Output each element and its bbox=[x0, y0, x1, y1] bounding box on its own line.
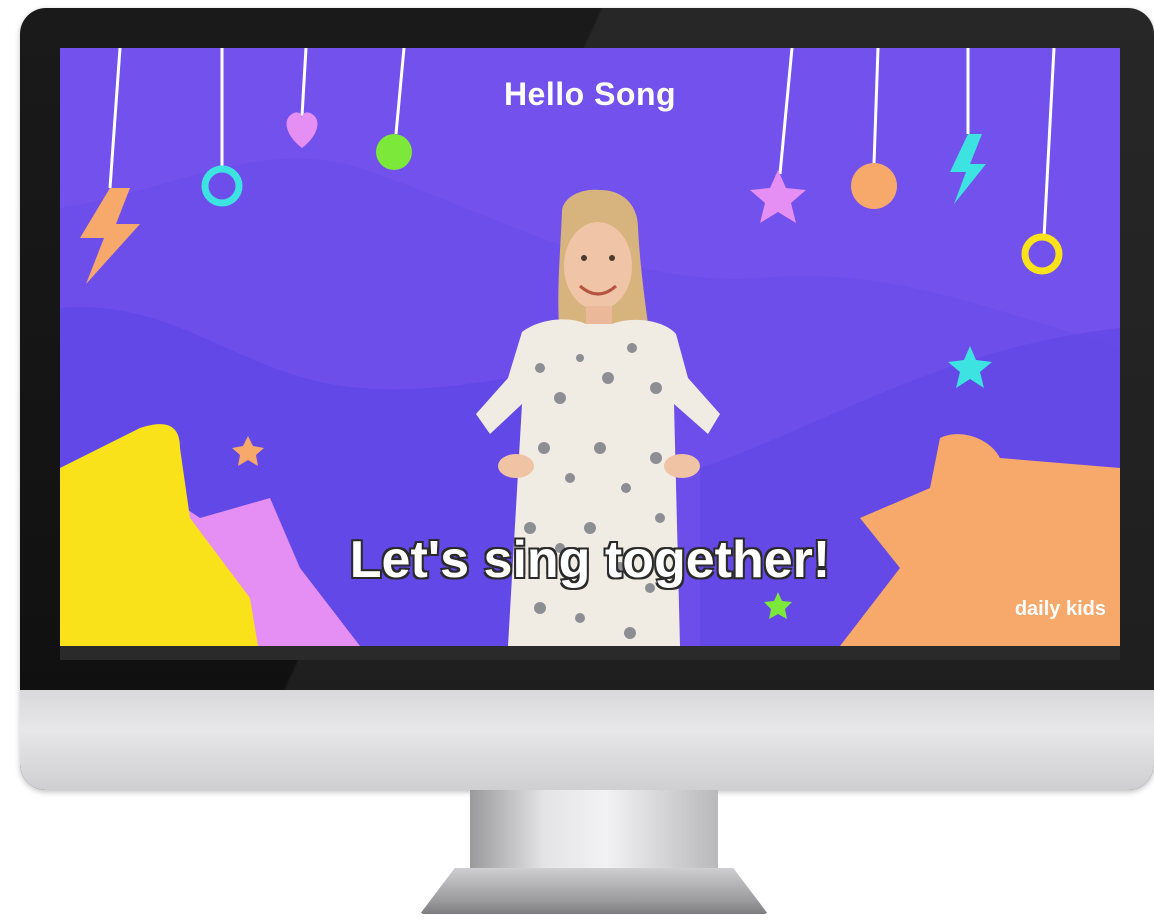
monitor-stand-base bbox=[420, 868, 768, 914]
video-caption: Let's sing together! bbox=[349, 531, 831, 589]
dot-icon bbox=[851, 163, 897, 209]
brand-logo: daily kids bbox=[1014, 598, 1106, 620]
video-title: Hello Song bbox=[503, 76, 677, 112]
dot-icon bbox=[376, 134, 412, 170]
video-screen[interactable]: Hello Song Let's sing together! daily ki… bbox=[60, 48, 1120, 646]
monitor-chin bbox=[20, 690, 1154, 790]
monitor: Hello Song Let's sing together! daily ki… bbox=[20, 8, 1154, 790]
screen-bottom-edge bbox=[60, 646, 1120, 660]
